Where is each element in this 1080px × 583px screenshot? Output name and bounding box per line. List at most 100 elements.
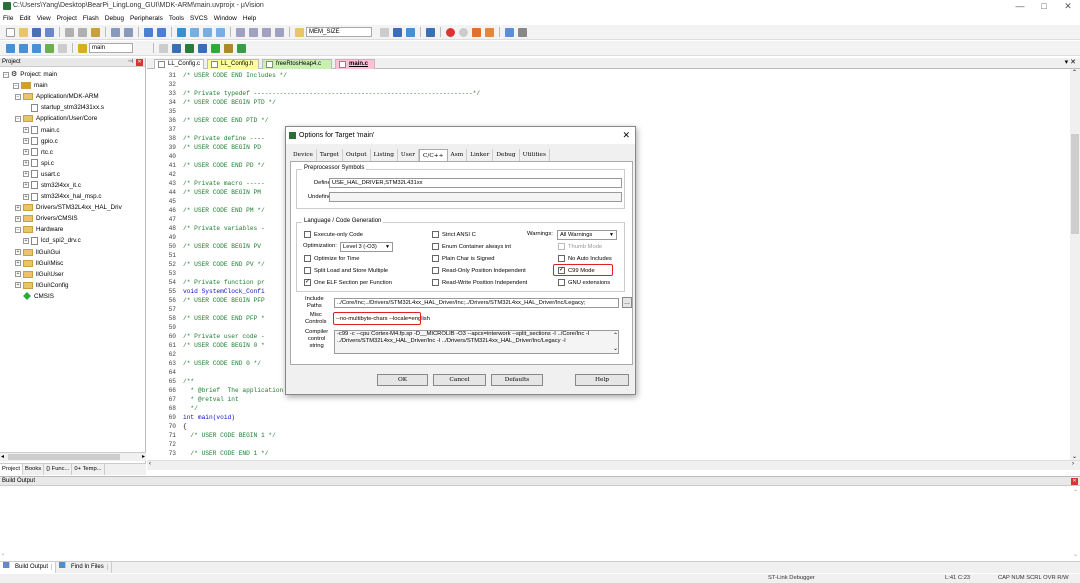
target-select[interactable]: main xyxy=(89,43,133,53)
code-line[interactable]: /* Private function pr xyxy=(183,279,265,286)
close-tab-icon[interactable]: ▾ ✕ xyxy=(1065,58,1076,66)
debug-zoom-icon[interactable] xyxy=(426,27,435,37)
menu-help[interactable]: Help xyxy=(243,13,256,24)
tab-freertosheap4-c[interactable]: freeRtosHeap4.c xyxy=(262,59,332,69)
expand-icon[interactable]: + xyxy=(15,204,21,211)
tree-item[interactable]: + llGui\Config xyxy=(0,280,145,291)
ok-button[interactable]: OK xyxy=(377,374,428,386)
scroll-up-icon[interactable]: ⌃ xyxy=(1073,489,1078,496)
scroll-right-icon[interactable]: ▸ xyxy=(142,453,145,460)
find-icon[interactable] xyxy=(393,27,402,37)
optimization-select[interactable]: Level 3 (-O3) xyxy=(340,242,393,252)
code-line[interactable]: /* USER CODE BEGIN 0 * xyxy=(183,342,265,349)
tab-build-output[interactable]: Build Output xyxy=(0,562,57,573)
comment-icon[interactable] xyxy=(262,27,271,37)
dialog-tab-debug[interactable]: Debug xyxy=(493,149,520,161)
dialog-tab-cc[interactable]: C/C++ xyxy=(418,148,448,162)
find-in-files-icon[interactable] xyxy=(295,27,304,37)
expand-icon[interactable]: + xyxy=(23,237,29,244)
clear-bookmarks-icon[interactable] xyxy=(216,27,225,37)
scroll-up-icon[interactable]: ⌃ xyxy=(1072,69,1077,76)
code-line[interactable]: /* USER CODE END PTD */ xyxy=(183,117,268,124)
tree-item[interactable]: − Hardware xyxy=(0,224,145,235)
enum-container-checkbox[interactable]: Enum Container always int xyxy=(432,243,511,250)
pin-icon[interactable]: ⊣ xyxy=(128,58,133,67)
close-button[interactable]: ✕ xyxy=(1056,0,1080,12)
code-line[interactable]: { xyxy=(183,423,187,430)
tree-item[interactable]: startup_stm32l431xx.s xyxy=(0,102,145,113)
help-button[interactable]: Help xyxy=(575,374,629,386)
next-bookmark-icon[interactable] xyxy=(203,27,212,37)
scroll-down-icon[interactable]: ⌄ xyxy=(613,345,618,352)
one-elf-checkbox[interactable]: ✓ One ELF Section per Function xyxy=(304,279,392,286)
menu-file[interactable]: File xyxy=(3,13,13,24)
target-dropdown-icon[interactable] xyxy=(159,43,168,53)
menu-flash[interactable]: Flash xyxy=(83,13,99,24)
strict-ansi-checkbox[interactable]: Strict ANSI C xyxy=(432,231,476,238)
tab-ll-config-c[interactable]: LL_Config.c xyxy=(154,59,204,69)
expand-icon[interactable]: + xyxy=(23,160,29,167)
plain-char-checkbox[interactable]: Plain Char is Signed xyxy=(432,255,495,262)
nav-back-icon[interactable] xyxy=(144,27,153,37)
dialog-close-button[interactable]: ✕ xyxy=(622,127,630,144)
scroll-down-icon[interactable]: ⌄ xyxy=(1072,453,1077,460)
panel-tab[interactable]: {} Func... xyxy=(44,464,73,475)
tree-item[interactable]: CMSIS xyxy=(0,291,145,302)
code-line[interactable]: /* Private macro ----- xyxy=(183,180,265,187)
code-line[interactable]: /* USER CODE END PD */ xyxy=(183,162,265,169)
project-hscrollbar[interactable]: ◂ ▸ xyxy=(0,452,146,461)
rte-icon[interactable] xyxy=(237,43,246,53)
breakpoint-icon[interactable] xyxy=(446,27,455,37)
scroll-thumb[interactable] xyxy=(8,454,120,460)
indent-icon[interactable] xyxy=(236,27,245,37)
find-dropdown-icon[interactable] xyxy=(380,27,389,37)
no-auto-includes-checkbox[interactable]: No Auto Includes xyxy=(558,255,612,262)
file-extensions-icon[interactable] xyxy=(198,43,207,53)
split-load-checkbox[interactable]: Split Load and Store Multiple xyxy=(304,267,388,274)
code-line[interactable]: * @retval int xyxy=(183,396,238,403)
tree-item[interactable]: + rtc.c xyxy=(0,147,145,158)
new-file-icon[interactable] xyxy=(6,27,15,37)
config-icon[interactable] xyxy=(485,27,494,37)
scroll-left-icon[interactable]: ‹ xyxy=(149,461,151,467)
bookmark-icon[interactable] xyxy=(177,27,186,37)
code-line[interactable]: /* USER CODE BEGIN PFP xyxy=(183,297,265,304)
tree-item[interactable]: + Drivers/STM32L4xx_HAL_Driv xyxy=(0,202,145,213)
redo-icon[interactable] xyxy=(124,27,133,37)
build-icon[interactable] xyxy=(19,43,28,53)
tree-item[interactable]: + Drivers/CMSIS xyxy=(0,213,145,224)
dialog-tab-output[interactable]: Output xyxy=(343,149,371,161)
editor-hscrollbar[interactable]: ‹ › xyxy=(147,460,1080,470)
unindent-icon[interactable] xyxy=(249,27,258,37)
tree-item[interactable]: + llGui\Gui xyxy=(0,247,145,258)
scroll-left-icon[interactable]: ◂ xyxy=(1,453,4,460)
expand-icon[interactable]: + xyxy=(23,149,29,156)
tree-item[interactable]: + usart.c xyxy=(0,169,145,180)
defaults-button[interactable]: Defaults xyxy=(491,374,543,386)
menu-project[interactable]: Project xyxy=(57,13,77,24)
collapse-icon[interactable]: − xyxy=(15,115,21,122)
scroll-down-icon[interactable]: ⌄ xyxy=(1073,551,1078,558)
editor-vscrollbar[interactable]: ⌃ ⌄ xyxy=(1070,69,1080,460)
code-line[interactable]: /* USER CODE END PV */ xyxy=(183,261,265,268)
expand-icon[interactable]: + xyxy=(23,193,29,200)
code-line[interactable]: /* Private define ---- xyxy=(183,135,265,142)
code-line[interactable]: /* USER CODE END Includes */ xyxy=(183,72,287,79)
expand-icon[interactable]: + xyxy=(23,127,29,134)
code-line[interactable]: /** xyxy=(183,378,194,385)
tree-item[interactable]: − Application/User/Core xyxy=(0,113,145,124)
collapse-icon[interactable]: − xyxy=(15,226,21,233)
code-line[interactable]: */ xyxy=(183,405,197,412)
code-line[interactable]: /* USER CODE BEGIN PD xyxy=(183,144,261,151)
undo-icon[interactable] xyxy=(111,27,120,37)
menu-window[interactable]: Window xyxy=(214,13,237,24)
dialog-tab-listing[interactable]: Listing xyxy=(371,149,398,161)
save-icon[interactable] xyxy=(32,27,41,37)
code-line[interactable]: /* USER CODE BEGIN 1 */ xyxy=(183,432,275,439)
menu-debug[interactable]: Debug xyxy=(105,13,124,24)
tree-item[interactable]: + llGui\Misc xyxy=(0,258,145,269)
expand-icon[interactable]: + xyxy=(15,271,21,278)
pack-installer-icon[interactable] xyxy=(211,43,220,53)
nav-forward-icon[interactable] xyxy=(157,27,166,37)
tree-root[interactable]: − ⚙ Project: main xyxy=(0,69,145,80)
